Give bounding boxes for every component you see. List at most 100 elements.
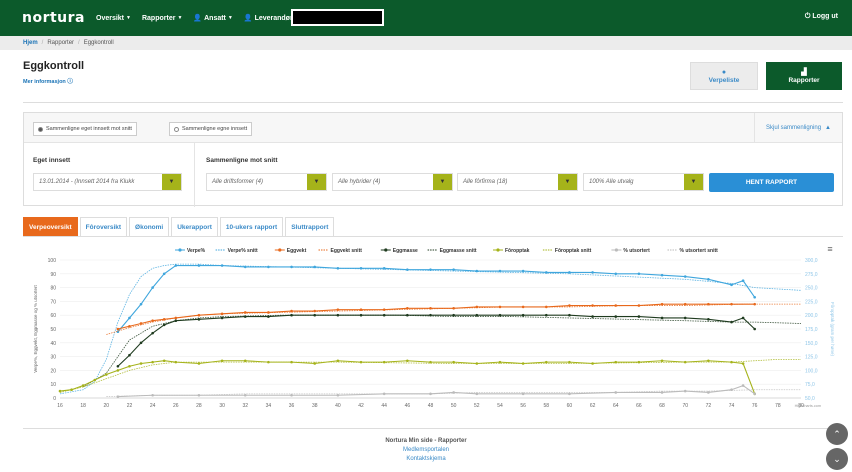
farming-type-value: Alle driftsformer (4) (212, 179, 264, 185)
data-point (243, 393, 247, 397)
tab-sluttrapport[interactable]: Sluttrapport (285, 217, 335, 237)
radio-selected-icon (38, 126, 43, 132)
user-icon: 👤 (193, 15, 203, 22)
y-axis-label: Verpe%, Eggvekt, Eggmasse og % utsortert (33, 284, 38, 372)
chart-menu-icon: ≡ (827, 244, 832, 254)
y-tick-label: 30 (50, 355, 56, 361)
data-point (151, 286, 154, 289)
y2-axis-label: Fôropptak (gram per høne) (830, 302, 835, 357)
bar-chart-icon: ▟ (801, 68, 807, 76)
data-point (753, 327, 756, 331)
nav-ansatt[interactable]: 👤 Ansatt ▼ (193, 14, 232, 23)
data-point (128, 364, 131, 368)
footer-link-medlemsportalen[interactable]: Medlemsportalen (0, 447, 852, 453)
legend-marker (496, 248, 500, 252)
data-point (707, 359, 710, 363)
x-tick-label: 60 (567, 403, 573, 409)
breadcrumb: Hjem / Rapporter / Eggkontroll (0, 36, 852, 50)
more-info-link[interactable]: Mer informasjon ⓘ (23, 77, 73, 85)
hybrid-select[interactable]: Alle hybrider (4) ▼ (332, 173, 453, 191)
radio-compare-own-vs-average[interactable]: Sammenligne eget innsett mot snitt (33, 122, 137, 136)
breadcrumb-separator: / (78, 40, 80, 46)
chevron-down-icon: ▼ (558, 174, 577, 190)
legend-marker (384, 248, 388, 252)
chevron-up-icon: ▲ (825, 125, 831, 131)
data-point (406, 359, 409, 363)
tab-ukerapport[interactable]: Ukerapport (171, 217, 218, 237)
tab-verpeoversikt[interactable]: Verpeoversikt (23, 217, 78, 237)
top-navigation: nortura Oversikt ▼ Rapporter ▼ 👤 Ansatt ▼ 👤 L… (0, 0, 852, 36)
legend-entry: Verpe% (187, 248, 206, 254)
selection-value: 100% Alle utvalg (589, 179, 634, 185)
legend-entry: Eggvekt (287, 248, 307, 254)
data-point (753, 392, 756, 396)
chevron-down-icon: ▼ (307, 174, 326, 190)
rapporter-button[interactable]: ▟ Rapporter (766, 62, 842, 90)
data-point (591, 271, 594, 274)
x-tick-label: 26 (173, 403, 179, 409)
own-batch-value: 13.01.2014 - (Innsett 2014 fra Klukk (39, 179, 135, 185)
get-report-button[interactable]: HENT RAPPORT (709, 173, 834, 192)
data-point (220, 359, 224, 363)
data-point (637, 272, 641, 276)
selection-select[interactable]: 100% Alle utvalg ▼ (583, 173, 704, 191)
farming-type-select[interactable]: Alle driftsformer (4) ▼ (206, 173, 327, 191)
data-point (197, 264, 201, 267)
caret-down-icon: ▼ (177, 15, 183, 21)
x-tick-label: 44 (381, 403, 387, 409)
legend-entry: Eggvekt snitt (331, 248, 363, 254)
y2-tick-label: 275,0 (805, 272, 818, 278)
y2-tick-label: 250,0 (805, 286, 818, 292)
logout-link[interactable]: ⏻ Logg ut (805, 13, 838, 21)
footer-link-kontaktskjema[interactable]: Kontaktskjema (0, 456, 852, 462)
breadcrumb-separator: / (41, 40, 44, 46)
tab-10-ukers-rapport[interactable]: 10-ukers rapport (219, 217, 284, 237)
footer-title: Nortura Min side - Rapporter (385, 438, 467, 444)
scroll-up-button[interactable]: ⌃ (826, 423, 848, 445)
breadcrumb-home[interactable]: Hjem (23, 40, 38, 46)
data-point (660, 391, 664, 394)
x-tick-label: 38 (312, 403, 318, 409)
x-tick-label: 62 (590, 403, 596, 409)
data-point (475, 313, 479, 317)
verpeliste-label: Verpeliste (708, 76, 740, 84)
data-point (452, 313, 455, 317)
x-tick-label: 36 (289, 403, 295, 409)
data-point (660, 302, 664, 306)
x-tick-label: 56 (520, 403, 526, 409)
y2-tick-label: 150,0 (805, 341, 818, 347)
series-line (59, 360, 756, 395)
data-point (683, 275, 687, 278)
x-tick-label: 68 (659, 403, 665, 409)
hide-comparison-toggle[interactable]: Skjul sammenligning ▲ (754, 113, 842, 143)
y2-tick-label: 300,0 (805, 258, 818, 264)
legend-marker (278, 248, 282, 252)
tab-okonomi[interactable]: Økonomi (129, 217, 170, 237)
feed-company-select[interactable]: Alle fôrfirma (18) ▼ (457, 173, 578, 191)
series-line (117, 314, 756, 367)
data-point (614, 272, 618, 276)
nav-oversikt[interactable]: Oversikt ▼ (96, 15, 131, 22)
breadcrumb-rapporter[interactable]: Rapporter (47, 40, 74, 46)
nortura-logo[interactable]: nortura (22, 10, 85, 26)
tab-foroversikt[interactable]: Fôroversikt (79, 217, 128, 237)
y2-tick-label: 75,0 (805, 382, 815, 388)
radio-compare-own[interactable]: Sammenligne egne innsett (169, 122, 253, 136)
comparison-panel: Sammenligne eget innsett mot snitt Samme… (23, 112, 843, 207)
radio-unselected-icon (174, 126, 179, 132)
nav-rapporter[interactable]: Rapporter ▼ (142, 15, 182, 22)
divider (23, 102, 843, 103)
data-point (452, 360, 455, 364)
data-point (151, 360, 154, 364)
divider (23, 428, 843, 429)
data-point (568, 392, 571, 396)
verpeliste-button[interactable]: ● Verpeliste (690, 62, 758, 90)
radio-label: Sammenligne eget innsett mot snitt (46, 126, 132, 132)
data-point (568, 360, 571, 364)
own-batch-select[interactable]: 13.01.2014 - (Innsett 2014 fra Klukk ▼ (33, 173, 182, 191)
breadcrumb-current: Eggkontroll (83, 40, 114, 46)
scroll-down-button[interactable]: ⌄ (826, 448, 848, 470)
data-point (637, 315, 641, 318)
x-tick-label: 72 (706, 403, 712, 409)
chart-svg: 0 50,0 10 75,0 20 100,0 30 125,0 40 150,0 50 175,0 6… (33, 244, 835, 409)
